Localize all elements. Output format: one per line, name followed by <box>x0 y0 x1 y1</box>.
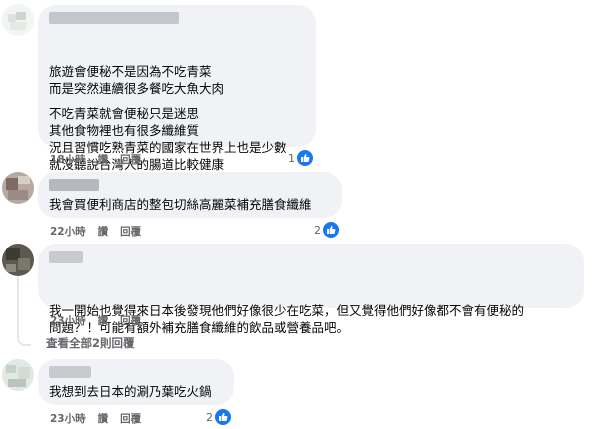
author-name[interactable] <box>49 251 83 263</box>
reply-button[interactable]: 回覆 <box>120 226 141 238</box>
like-button[interactable]: 讚 <box>98 413 109 425</box>
comment-bubble: 我想到去日本的涮乃葉吃火鍋 <box>38 359 234 405</box>
comment-meta: 22小時讚回覆 <box>50 224 153 239</box>
author-name[interactable] <box>49 12 179 24</box>
comment-bubble: 旅遊會便秘不是因為不吃青菜 而是突然連續很多餐吃大魚大肉 不吃青菜就會便秘只是迷思其… <box>38 5 316 172</box>
avatar[interactable] <box>2 4 34 36</box>
author-name[interactable] <box>49 366 91 378</box>
reaction-count-label: 1 <box>288 151 295 165</box>
thumbs-up-icon <box>323 222 339 238</box>
reaction-count-label: 2 <box>314 223 321 237</box>
timestamp[interactable]: 23小時 <box>50 413 86 425</box>
timestamp[interactable]: 22小時 <box>50 226 86 238</box>
comment-meta: 18小時讚回覆 <box>50 152 153 167</box>
comment-meta: 23小時讚回覆 <box>50 313 153 328</box>
comment-bubble: 我一開始也覺得來日本後發現他們好像很少在吃菜，但又覺得他們好像都不會有便秘的 問題… <box>38 244 584 335</box>
thread-line <box>17 276 19 336</box>
thumbs-up-icon <box>215 409 231 425</box>
comment-text: 我會買便利商店的整包切絲高麗菜補充膳食纖維 <box>49 197 312 212</box>
reaction-count-label: 2 <box>206 410 213 424</box>
timestamp[interactable]: 23小時 <box>50 315 86 327</box>
reply-button[interactable]: 回覆 <box>120 315 141 327</box>
avatar[interactable] <box>2 172 34 204</box>
reaction-count[interactable]: 1 <box>288 150 313 166</box>
thumbs-up-icon <box>297 150 313 166</box>
avatar[interactable] <box>2 244 34 276</box>
reaction-count[interactable]: 2 <box>314 222 339 238</box>
like-button[interactable]: 讚 <box>98 154 109 166</box>
comment-meta: 23小時讚回覆 <box>50 411 153 426</box>
reply-button[interactable]: 回覆 <box>120 154 141 166</box>
like-button[interactable]: 讚 <box>98 315 109 327</box>
comment-bubble: 我會買便利商店的整包切絲高麗菜補充膳食纖維 <box>38 172 342 218</box>
comment-text: 我想到去日本的涮乃葉吃火鍋 <box>49 384 212 399</box>
avatar[interactable] <box>2 359 34 391</box>
reaction-count[interactable]: 2 <box>206 409 231 425</box>
thread-connector <box>17 334 31 346</box>
reply-button[interactable]: 回覆 <box>120 413 141 425</box>
view-replies-link[interactable]: 查看全部2則回覆 <box>46 335 135 351</box>
like-button[interactable]: 讚 <box>98 226 109 238</box>
author-name[interactable] <box>49 179 99 191</box>
timestamp[interactable]: 18小時 <box>50 154 86 166</box>
